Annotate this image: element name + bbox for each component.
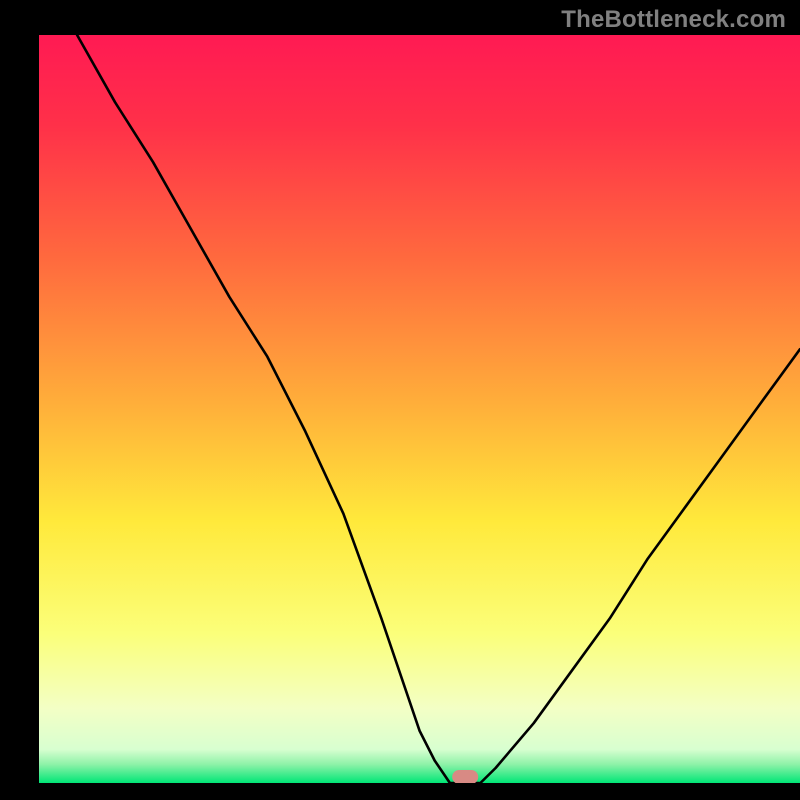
frame-left <box>0 0 39 800</box>
frame-bottom <box>0 783 800 800</box>
bottleneck-chart <box>0 0 800 800</box>
plot-background <box>39 35 800 783</box>
chart-frame: TheBottleneck.com <box>0 0 800 800</box>
watermark-text: TheBottleneck.com <box>561 6 786 34</box>
optimal-marker <box>452 770 478 784</box>
